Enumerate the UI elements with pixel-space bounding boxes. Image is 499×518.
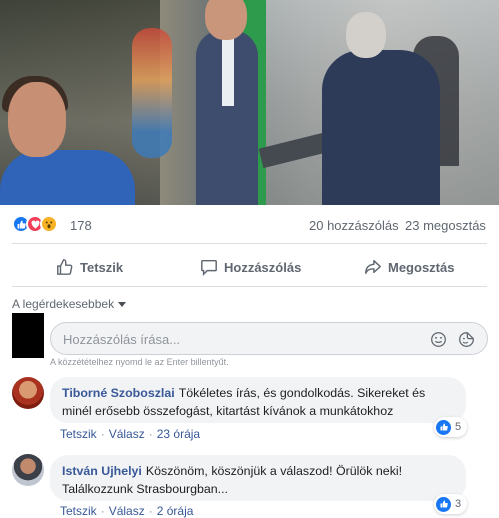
comment-bubble: István Ujhelyi Köszönöm, köszönjük a vála…: [50, 455, 466, 501]
share-arrow-icon: [365, 259, 381, 275]
current-user-avatar[interactable]: [12, 313, 44, 358]
separator-dot: ·: [148, 427, 153, 441]
comment-timestamp[interactable]: 2 órája: [157, 504, 194, 518]
divider: [12, 286, 487, 287]
divider: [12, 243, 487, 244]
comment-like-link[interactable]: Tetszik: [60, 504, 97, 518]
comment-author-name[interactable]: István Ujhelyi: [62, 464, 142, 478]
photo-old-man-jacket: [322, 50, 440, 205]
comment-reaction-badge[interactable]: 5: [434, 417, 468, 437]
caret-down-icon: [118, 301, 127, 307]
separator-dot: ·: [148, 504, 153, 518]
share-button[interactable]: Megosztás: [364, 254, 454, 280]
photo-woman-body: [0, 150, 135, 205]
like-reaction-icon: [436, 419, 451, 435]
comment-author-avatar[interactable]: [12, 377, 44, 409]
comment-meta: Tetszik · Válasz · 23 órája: [60, 427, 200, 441]
separator-dot: ·: [100, 427, 105, 441]
comment-input[interactable]: [63, 330, 403, 348]
comment-button[interactable]: Hozzászólás: [200, 254, 301, 280]
comment-button-label: Hozzászólás: [224, 259, 302, 275]
photo-old-man-head: [346, 12, 386, 58]
comment-composer[interactable]: [50, 322, 488, 355]
comment-sort-label: A legérdekesebbek: [12, 297, 115, 311]
comment-reaction-badge[interactable]: 3: [434, 494, 468, 514]
comment-timestamp[interactable]: 23 órája: [157, 427, 200, 441]
comment-reply-link[interactable]: Válasz: [109, 427, 145, 441]
comment-reaction-count: 5: [455, 421, 462, 433]
reaction-icons[interactable]: [12, 215, 58, 233]
enter-to-post-hint: A közzétételhez nyomd le az Enter billen…: [50, 357, 229, 367]
comment-icon: [201, 259, 217, 276]
comment-bubble: Tiborné Szoboszlai Tökéletes írás, és gon…: [50, 377, 466, 423]
comment-author-avatar[interactable]: [12, 454, 44, 486]
photo-man-shirt: [222, 36, 234, 106]
comment-meta: Tetszik · Válasz · 2 órája: [60, 504, 193, 518]
photo-figurine: [132, 28, 172, 158]
photo-woman-head: [8, 82, 66, 157]
photo-man-head: [205, 0, 247, 40]
post-action-bar: Tetszik Hozzászólás Megosztás: [0, 250, 499, 284]
like-button[interactable]: Tetszik: [56, 254, 123, 280]
emoji-icon[interactable]: [429, 330, 447, 348]
like-reaction-icon: [436, 496, 451, 512]
reaction-count[interactable]: 178: [70, 218, 92, 233]
like-button-label: Tetszik: [80, 259, 124, 275]
comment-reaction-count: 3: [455, 498, 462, 510]
separator-dot: ·: [100, 504, 105, 518]
comment-author-name[interactable]: Tiborné Szoboszlai: [62, 386, 175, 400]
comment-count[interactable]: 20 hozzászólás: [309, 218, 399, 233]
comment-sort-dropdown[interactable]: A legérdekesebbek: [12, 297, 127, 311]
post-stats-row: 178 20 hozzászólás 23 megosztás: [0, 212, 499, 238]
share-count[interactable]: 23 megosztás: [405, 218, 486, 233]
thumbs-up-icon: [57, 259, 73, 275]
post-photo[interactable]: [0, 0, 499, 205]
share-button-label: Megosztás: [388, 259, 455, 275]
wow-reaction-icon: [40, 215, 58, 233]
comment-like-link[interactable]: Tetszik: [60, 427, 97, 441]
sticker-icon[interactable]: [457, 330, 475, 348]
comment-reply-link[interactable]: Válasz: [109, 504, 145, 518]
